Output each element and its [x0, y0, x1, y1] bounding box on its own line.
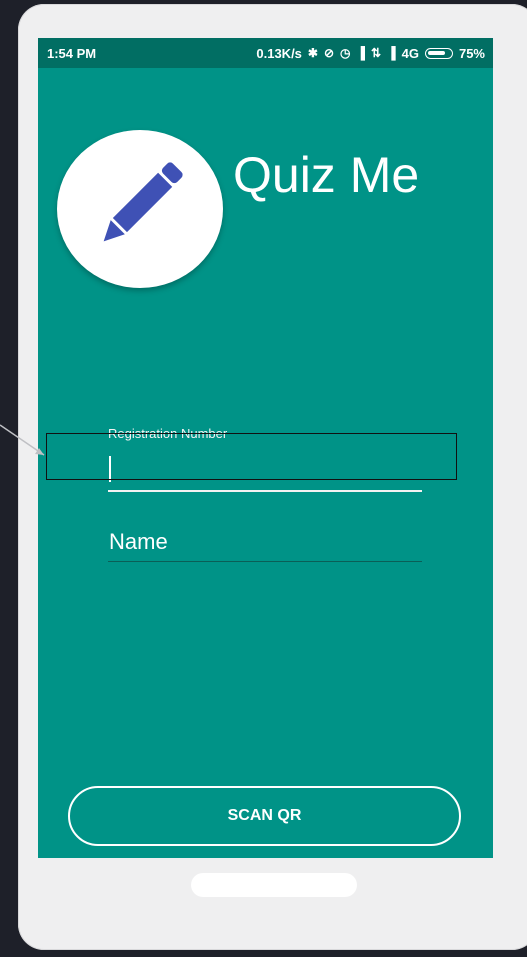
battery-level: 75% — [458, 45, 485, 61]
pencil-icon — [103, 162, 183, 242]
data-transfer-icon: ⇅ — [371, 46, 382, 60]
vibrate-off-icon: ⊘ — [323, 46, 335, 60]
status-indicators: 0.13K/s ✱ ⊘ ◷ ▐ ⇅ ▐ 4G 75% — [256, 46, 485, 61]
app-logo — [57, 130, 223, 288]
bluetooth-icon: ✱ — [307, 46, 318, 60]
scan-qr-button[interactable]: SCAN QR — [68, 786, 461, 846]
signal-icon-2: ▐ — [387, 46, 396, 60]
alarm-icon: ◷ — [340, 46, 351, 60]
annotation-highlight-box — [46, 433, 457, 480]
annotation-pointer-arrow — [0, 424, 45, 456]
home-button[interactable] — [191, 873, 357, 897]
status-bar: 1:54 PM 0.13K/s ✱ ⊘ ◷ ▐ ⇅ ▐ 4G 75% — [38, 38, 493, 68]
network-speed: 0.13K/s — [256, 45, 302, 61]
name-label: Name — [109, 529, 168, 554]
network-type: 4G — [401, 45, 419, 61]
name-input[interactable]: Name — [108, 525, 422, 562]
battery-icon — [424, 47, 453, 59]
app-title: Quiz Me — [233, 147, 420, 203]
signal-icon: ▐ — [356, 46, 366, 60]
